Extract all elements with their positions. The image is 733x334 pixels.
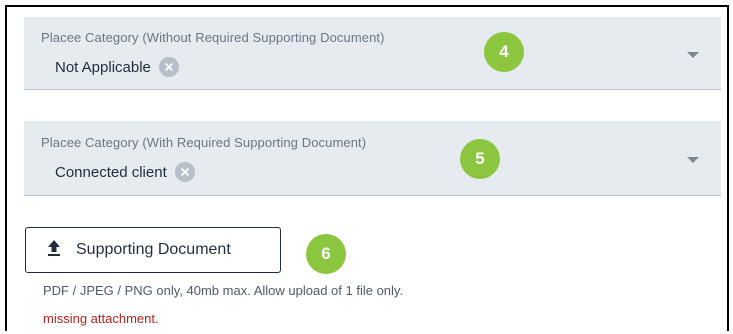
step-badge: 4 [484,32,524,72]
upload-icon [46,239,62,262]
upload-error-text: missing attachment. [43,311,159,326]
step-badge: 6 [306,234,346,274]
supporting-document-upload-button[interactable]: Supporting Document [25,227,281,273]
upload-hint-text: PDF / JPEG / PNG only, 40mb max. Allow u… [43,283,404,298]
placee-category-with-doc-select[interactable]: Placee Category (With Required Supportin… [24,121,721,196]
field-label: Placee Category (With Required Supportin… [41,135,367,150]
chip-label: Not Applicable [55,58,151,76]
field-label: Placee Category (Without Required Suppor… [41,30,385,45]
placee-category-without-doc-select[interactable]: Placee Category (Without Required Suppor… [24,17,721,90]
selected-chip: Connected client [55,162,195,182]
close-circle-icon[interactable] [174,162,195,182]
close-circle-icon[interactable] [158,57,179,77]
chip-label: Connected client [55,163,167,181]
upload-button-label: Supporting Document [76,241,231,258]
selected-chip: Not Applicable [55,57,179,77]
chevron-down-icon[interactable] [687,52,699,58]
chevron-down-icon[interactable] [687,157,699,163]
step-badge: 5 [460,139,500,179]
